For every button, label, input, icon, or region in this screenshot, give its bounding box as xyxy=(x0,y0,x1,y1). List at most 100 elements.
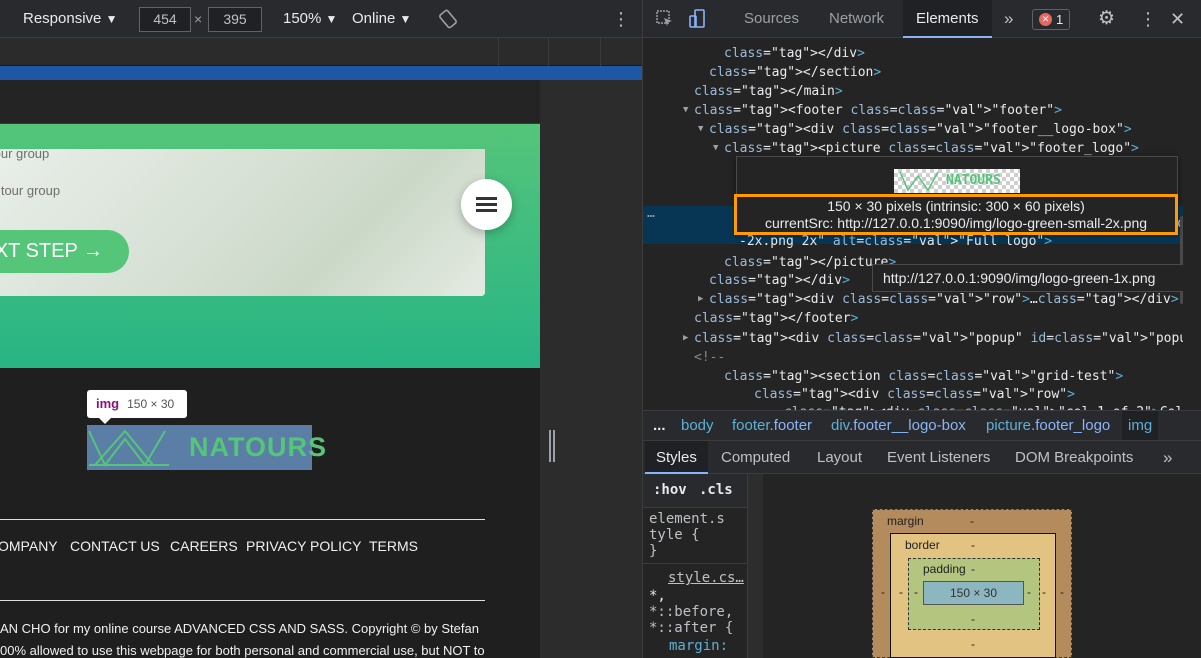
rotate-icon[interactable] xyxy=(438,0,458,38)
chevron-down-icon: ▼ xyxy=(105,12,118,26)
dom-node-line[interactable]: class="tag"><div class=class="val">"row"… xyxy=(643,385,1183,404)
device-toolbar: Responsive ▼ 454 × 395 150% ▼ Online ▼ ⋮ xyxy=(0,0,642,38)
hamburger-icon xyxy=(476,197,497,200)
tab-event-listeners[interactable]: Event Listeners xyxy=(876,441,1001,474)
device-select[interactable]: Responsive ▼ xyxy=(23,0,117,38)
devtools-tabbar: Sources Network Elements » ✕ 1 ⚙ ⋮ ✕ xyxy=(643,0,1201,38)
error-count-badge[interactable]: ✕ 1 xyxy=(1032,9,1070,30)
styles-scrollbar[interactable] xyxy=(747,474,763,658)
breadcrumb-body[interactable]: body xyxy=(681,411,714,440)
more-options-icon[interactable]: ⋮ xyxy=(612,0,630,38)
dom-node-line[interactable]: class="tag"></section> xyxy=(643,63,1183,82)
tooltip-tag: img xyxy=(96,396,120,411)
settings-gear-icon[interactable]: ⚙ xyxy=(1098,9,1118,29)
tab-computed[interactable]: Computed xyxy=(710,441,801,474)
css-selector[interactable]: *::before, xyxy=(649,604,733,620)
close-icon[interactable]: ✕ xyxy=(1170,9,1190,29)
tab-elements[interactable]: Elements xyxy=(903,0,992,38)
ruler-segment[interactable] xyxy=(600,38,601,66)
tab-dom-breakpoints[interactable]: DOM Breakpoints xyxy=(1004,441,1144,474)
device-toolbar-icon[interactable] xyxy=(687,9,707,29)
dom-node-line[interactable]: class="tag"></div> xyxy=(643,44,1183,63)
image-size-info: 150 × 30 pixels (intrinsic: 300 × 60 pix… xyxy=(734,194,1178,235)
footer-link-privacy[interactable]: PRIVACY POLICY xyxy=(246,538,361,554)
dom-node-line[interactable]: class="tag"></main> xyxy=(643,82,1183,101)
width-input[interactable]: 454 xyxy=(139,7,191,32)
card-background-image xyxy=(0,149,485,296)
breadcrumb-footer[interactable]: footer.footer xyxy=(732,411,812,440)
logo-mark-icon xyxy=(88,429,169,467)
tab-sources[interactable]: Sources xyxy=(734,0,809,38)
preview-logo-text: NATOURS xyxy=(946,173,1001,188)
stylesheet-source-link[interactable]: style.cs… xyxy=(668,570,744,586)
cls-toggle[interactable]: .cls xyxy=(699,482,733,498)
more-options-icon[interactable]: ⋮ xyxy=(1139,9,1159,29)
footer-link-terms[interactable]: TERMS xyxy=(369,538,418,554)
menu-button[interactable] xyxy=(461,179,512,230)
more-tabs-icon[interactable]: » xyxy=(1152,441,1183,474)
page-header-strip xyxy=(0,80,540,124)
breadcrumb-tag: div xyxy=(831,417,850,434)
footer-link-careers[interactable]: CAREERS xyxy=(170,538,238,554)
card-text-line: tour group xyxy=(0,149,50,161)
border-left-value: - xyxy=(899,585,903,599)
border-label: border xyxy=(905,538,940,552)
dom-node-line[interactable]: ▶ class="tag"><div class=class="val">"row… xyxy=(643,290,1183,309)
dom-node-line[interactable]: class="tag"><section class=class="val">"… xyxy=(643,367,1183,386)
breadcrumb-logo-box[interactable]: div.footer__logo-box xyxy=(831,411,966,440)
box-model-content[interactable]: 150 × 30 xyxy=(923,581,1024,605)
height-input[interactable]: 395 xyxy=(208,7,262,32)
card-text-line: e tour group xyxy=(0,183,61,198)
error-count: 1 xyxy=(1056,12,1064,27)
expand-caret-icon: ▶ xyxy=(698,294,704,304)
dom-node-line[interactable]: ▶ class="tag"><div class=class="val">"pop… xyxy=(643,329,1183,348)
margin-top-value: - xyxy=(970,514,974,528)
ruler-segment[interactable] xyxy=(548,38,549,66)
margin-left-value: - xyxy=(881,585,885,599)
next-step-button[interactable]: XT STEP → xyxy=(0,230,129,273)
dom-node-line[interactable]: ▼ class="tag"><div class=class="val">"foo… xyxy=(643,120,1183,139)
hov-toggle[interactable]: :hov xyxy=(653,482,687,498)
dom-node-line[interactable]: class="tag"></footer> xyxy=(643,309,1183,328)
css-property[interactable]: margin: xyxy=(669,638,728,654)
footer-link-contact[interactable]: CONTACT US xyxy=(70,538,160,554)
media-query-bar[interactable] xyxy=(0,66,642,80)
dom-node-line[interactable]: ▼ class="tag"><footer class=class="val">"… xyxy=(643,101,1183,120)
footer-nav: OMPANY CONTACT US CAREERS PRIVACY POLICY… xyxy=(0,538,540,558)
breadcrumb-picture[interactable]: picture.footer_logo xyxy=(986,411,1110,440)
zoom-select[interactable]: 150% ▼ xyxy=(283,0,337,38)
expand-caret-icon: ▼ xyxy=(698,124,704,134)
copyright-text: AN CHO for my online course ADVANCED CSS… xyxy=(0,621,479,636)
box-model-diagram: margin - - - border - - - - padding - - … xyxy=(763,474,1201,658)
element-style-rule[interactable]: element.s xyxy=(649,511,725,527)
border-bottom-value: - xyxy=(971,637,975,651)
booking-card: tour group e tour group xyxy=(0,149,485,296)
element-style-rule[interactable]: tyle { xyxy=(649,527,700,543)
device-emulation-panel: Responsive ▼ 454 × 395 150% ▼ Online ▼ ⋮… xyxy=(0,0,642,658)
styles-tabbar: Styles Computed Layout Event Listeners D… xyxy=(643,440,1201,474)
dom-node-line[interactable]: class="tag"><div class=class="val">"col-… xyxy=(643,403,1183,410)
tab-styles[interactable]: Styles xyxy=(645,441,708,474)
breadcrumb-img[interactable]: img xyxy=(1122,411,1159,440)
css-selector[interactable]: *, xyxy=(649,588,666,604)
footer-divider xyxy=(0,600,485,601)
border-right-value: - xyxy=(1042,585,1046,599)
footer-link-company[interactable]: OMPANY xyxy=(0,538,58,554)
tab-layout[interactable]: Layout xyxy=(806,441,873,474)
viewport-resize-handle[interactable] xyxy=(549,430,555,462)
element-style-rule[interactable]: } xyxy=(649,543,657,559)
hamburger-icon xyxy=(476,203,497,206)
element-inspect-tooltip: img 150 × 30 xyxy=(87,390,187,424)
network-throttle-select[interactable]: Online ▼ xyxy=(352,0,411,38)
tab-network[interactable]: Network xyxy=(819,0,894,38)
margin-right-value: - xyxy=(1060,585,1064,599)
logo-mark-icon xyxy=(899,171,939,192)
inspect-element-icon[interactable] xyxy=(655,9,675,29)
css-selector[interactable]: *::after { xyxy=(649,620,733,636)
more-tabs-icon[interactable]: » xyxy=(994,0,1023,38)
ruler-segment[interactable] xyxy=(498,38,499,66)
footer-logo-highlight[interactable]: NATOURS xyxy=(87,425,326,470)
breadcrumb-more[interactable]: ... xyxy=(653,411,666,440)
dom-node-line[interactable]: <!-- xyxy=(643,348,1183,367)
styles-pane: :hov .cls element.s tyle { } style.cs… *… xyxy=(643,474,763,658)
